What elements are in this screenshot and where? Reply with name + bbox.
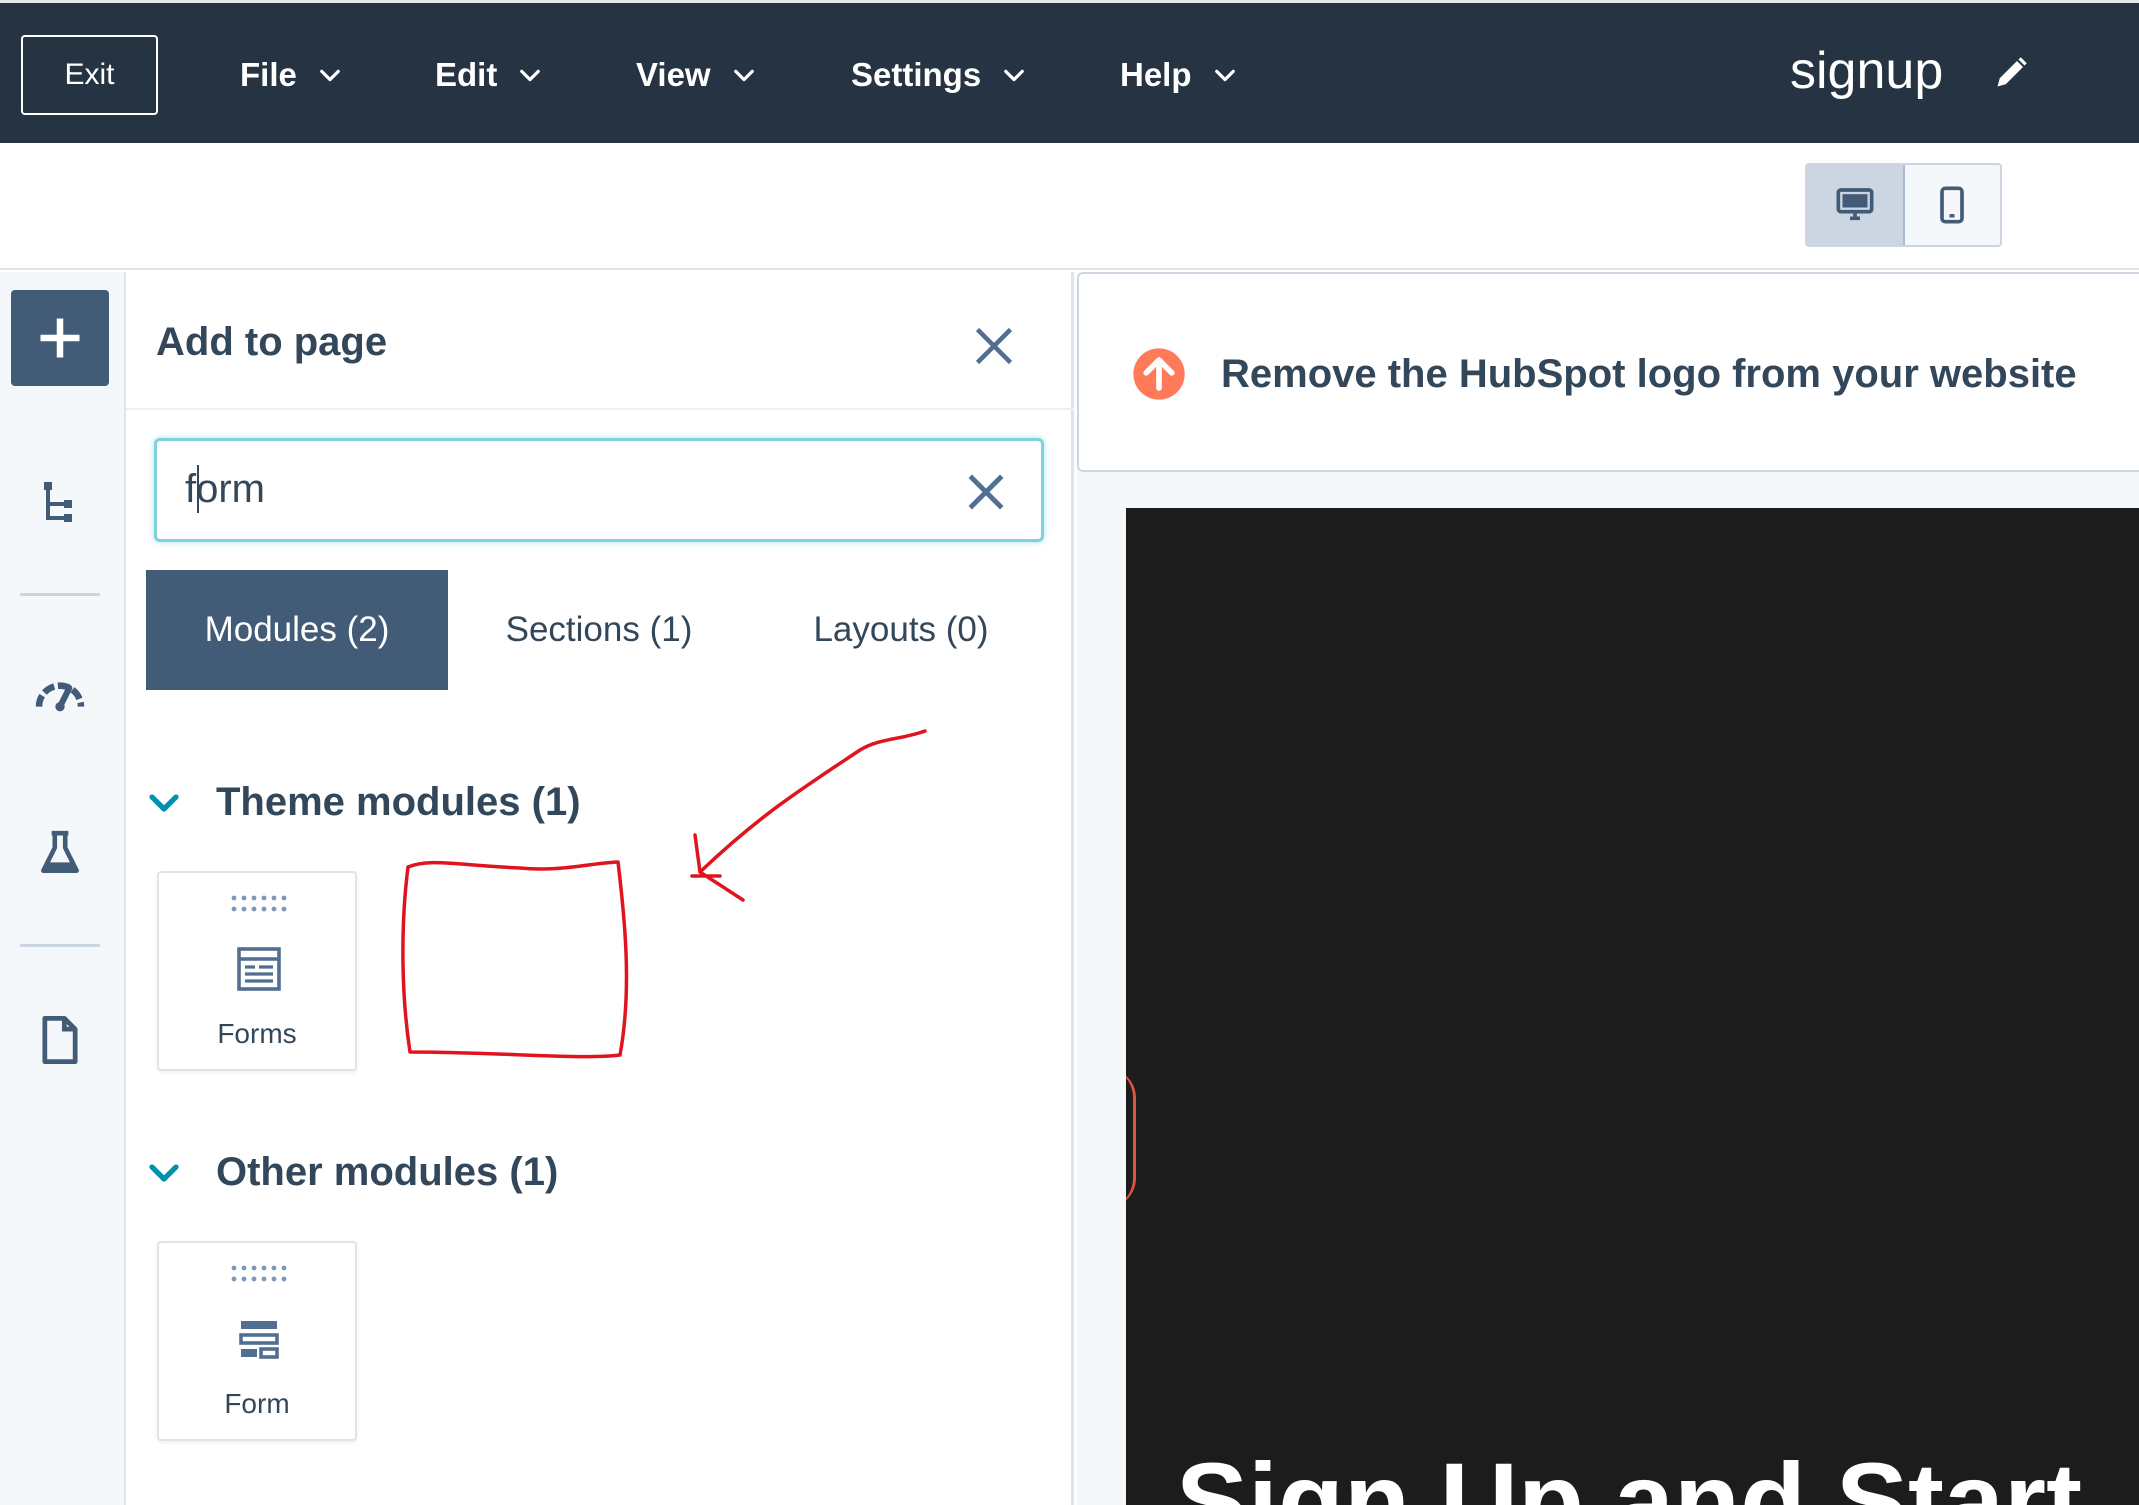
- module-card-form[interactable]: Form: [157, 1241, 357, 1441]
- tree-icon: [44, 482, 72, 522]
- menu-help[interactable]: Help: [1120, 35, 1236, 115]
- decorative-arc: [1126, 1068, 1136, 1208]
- chevron-down-icon: [1214, 69, 1235, 82]
- flask-icon: [41, 830, 79, 873]
- search-input[interactable]: form: [154, 438, 1044, 542]
- menu-file-label: File: [240, 56, 297, 93]
- top-navigation-bar: Exit File Edit View Settings Help signup: [0, 0, 2139, 143]
- exit-button[interactable]: Exit: [21, 35, 158, 115]
- banner-text: Remove the HubSpot logo from your websit…: [1221, 352, 2077, 396]
- module-label: Form: [224, 1388, 290, 1419]
- theme-modules-toggle[interactable]: Theme modules (1): [146, 780, 581, 825]
- layers-button[interactable]: [30, 472, 90, 532]
- add-button[interactable]: [11, 290, 109, 386]
- add-to-page-panel: Add to page form Modules (2) Sections (1…: [126, 272, 1074, 1505]
- text-cursor: [197, 465, 199, 513]
- optimize-button[interactable]: [30, 665, 90, 725]
- page-settings-button[interactable]: [30, 1010, 90, 1070]
- menu-edit-label: Edit: [435, 56, 498, 93]
- tab-sections[interactable]: Sections (1): [448, 570, 750, 690]
- menu-file[interactable]: File: [240, 35, 341, 115]
- close-icon[interactable]: [972, 324, 1016, 368]
- menu-view[interactable]: View: [636, 35, 755, 115]
- chevron-down-icon: [1004, 69, 1025, 82]
- plus-icon: [40, 318, 80, 358]
- mobile-view-button[interactable]: [1905, 165, 2001, 245]
- menu-help-label: Help: [1120, 56, 1192, 93]
- pencil-icon[interactable]: [1993, 55, 2029, 91]
- gauge-icon: [35, 682, 85, 712]
- group-title: Theme modules (1): [216, 780, 581, 824]
- chevron-down-icon: [149, 1163, 179, 1182]
- arrow-up-circle-icon: [1133, 348, 1185, 400]
- device-toggle: [1805, 163, 2002, 247]
- desktop-view-button[interactable]: [1807, 165, 1905, 245]
- menu-settings[interactable]: Settings: [851, 35, 1025, 115]
- hero-section[interactable]: Sign Up and Start: [1126, 508, 2139, 1505]
- test-button[interactable]: [30, 824, 90, 884]
- clear-search-icon[interactable]: [965, 471, 1007, 513]
- drag-handle-icon: [231, 895, 287, 912]
- chevron-down-icon: [320, 69, 340, 82]
- panel-header: Add to page: [126, 272, 1074, 410]
- tab-modules[interactable]: Modules (2): [146, 570, 448, 690]
- form-layout-icon: [237, 947, 281, 991]
- group-title: Other modules (1): [216, 1150, 559, 1194]
- hero-title: Sign Up and Start: [1176, 1440, 2083, 1505]
- sidebar-divider: [20, 593, 100, 596]
- menu-edit[interactable]: Edit: [435, 35, 541, 115]
- chevron-down-icon: [149, 793, 179, 812]
- upgrade-banner[interactable]: Remove the HubSpot logo from your websit…: [1077, 272, 2139, 472]
- menu-settings-label: Settings: [851, 56, 982, 93]
- other-modules-toggle[interactable]: Other modules (1): [146, 1150, 558, 1195]
- editor-toolbar: [0, 143, 2139, 270]
- page-preview: Remove the HubSpot logo from your websit…: [1077, 272, 2139, 1505]
- content-type-tabs: Modules (2) Sections (1) Layouts (0): [146, 570, 1054, 690]
- module-card-forms[interactable]: Forms: [157, 871, 357, 1071]
- menu-view-label: View: [636, 56, 711, 93]
- page-name[interactable]: signup: [1790, 41, 1943, 101]
- drag-handle-icon: [231, 1265, 287, 1282]
- tab-layouts[interactable]: Layouts (0): [750, 570, 1052, 690]
- panel-title: Add to page: [156, 320, 388, 364]
- chevron-down-icon: [520, 69, 541, 82]
- sidebar-divider: [20, 944, 100, 947]
- document-icon: [42, 1015, 78, 1065]
- left-sidebar: [0, 272, 126, 1505]
- chevron-down-icon: [733, 69, 754, 82]
- desktop-icon: [1836, 188, 1874, 221]
- form-fields-icon: [239, 1321, 279, 1359]
- module-label: Forms: [217, 1018, 297, 1049]
- tablet-icon: [1940, 186, 1965, 224]
